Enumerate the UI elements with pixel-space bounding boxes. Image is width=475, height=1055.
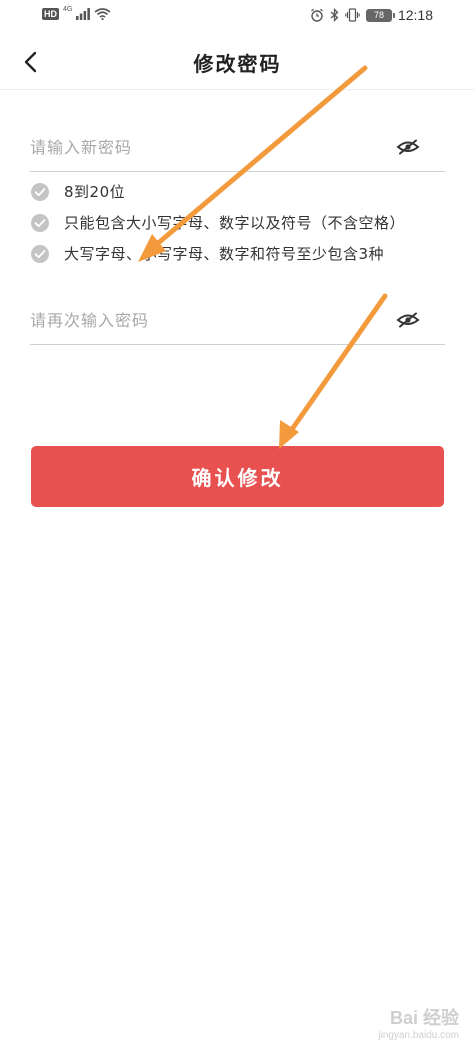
vibrate-icon <box>345 8 360 22</box>
confirm-change-button[interactable]: 确认修改 <box>31 446 444 507</box>
check-circle-icon <box>31 182 49 201</box>
confirm-password-input[interactable] <box>30 295 380 345</box>
page-title: 修改密码 <box>193 52 282 76</box>
bluetooth-icon <box>330 8 339 22</box>
hd-badge: HD <box>42 8 59 20</box>
clock: 12:18 <box>397 7 433 23</box>
alarm-icon <box>311 8 323 22</box>
status-left: HD 4G <box>42 5 111 20</box>
status-bar: HD 4G 78 12:18 <box>0 0 475 34</box>
signal-icon <box>76 8 91 20</box>
wifi-icon <box>94 8 111 20</box>
check-circle-icon <box>31 244 49 263</box>
battery-icon: 78 <box>365 8 395 22</box>
check-circle-icon <box>31 213 49 232</box>
new-password-input[interactable] <box>30 122 380 172</box>
rule-text: 8到20位 <box>64 183 126 201</box>
rule-item: 8到20位 <box>30 176 450 207</box>
baidu-jingyan-watermark: Bai 经验 jingyan.baidu.com <box>378 1004 459 1041</box>
password-rules: 8到20位 只能包含大小写字母、数字以及符号（不含空格） 大写字母、小写字母、数… <box>30 176 450 269</box>
new-password-field <box>30 122 445 172</box>
watermark-url: jingyan.baidu.com <box>378 1030 459 1041</box>
eye-closed-icon <box>396 139 420 155</box>
network-type: 4G <box>63 5 73 13</box>
rule-item: 大写字母、小写字母、数字和符号至少包含3种 <box>30 238 450 269</box>
status-right: 78 12:18 <box>310 7 433 23</box>
watermark-logo: Bai 经验 <box>389 1008 459 1028</box>
rule-item: 只能包含大小写字母、数字以及符号（不含空格） <box>30 207 450 238</box>
eye-closed-icon <box>396 312 420 328</box>
confirm-password-field <box>30 295 445 345</box>
rule-text: 大写字母、小写字母、数字和符号至少包含3种 <box>64 245 385 263</box>
header: 修改密码 <box>0 34 475 90</box>
toggle-visibility-button[interactable] <box>395 134 421 160</box>
toggle-visibility-button[interactable] <box>395 307 421 333</box>
rule-text: 只能包含大小写字母、数字以及符号（不含空格） <box>64 214 406 232</box>
